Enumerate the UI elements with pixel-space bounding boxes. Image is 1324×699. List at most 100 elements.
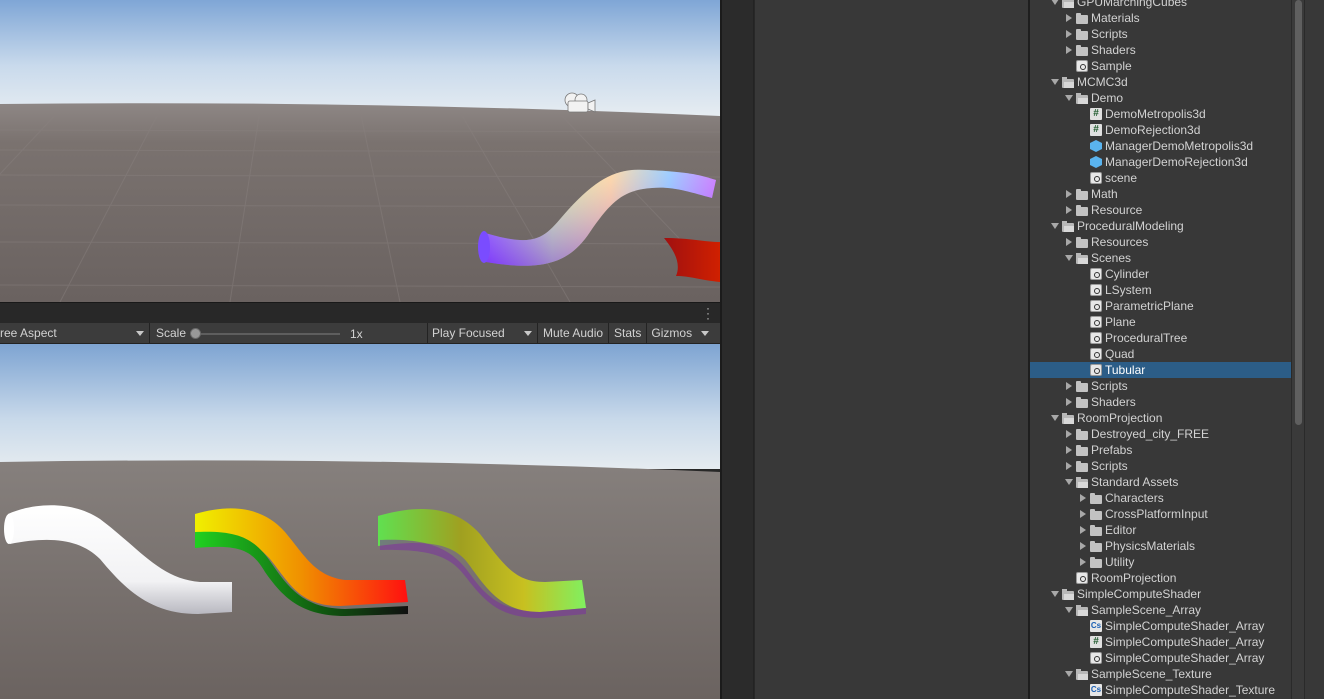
foldout-toggle[interactable] (1076, 538, 1090, 554)
foldout-toggle[interactable] (1048, 74, 1062, 90)
tree-item[interactable]: Sample (1030, 58, 1291, 74)
foldout-toggle[interactable] (1048, 410, 1062, 426)
tree-item[interactable]: ManagerDemoRejection3d (1030, 154, 1291, 170)
tree-item[interactable]: PhysicsMaterials (1030, 538, 1291, 554)
tree-item[interactable]: Utility (1030, 554, 1291, 570)
foldout-toggle[interactable] (1062, 442, 1076, 458)
tree-item[interactable]: Resources (1030, 234, 1291, 250)
tree-item[interactable]: SampleScene_Array (1030, 602, 1291, 618)
tree-item[interactable]: Prefabs (1030, 442, 1291, 458)
tree-item[interactable]: Characters (1030, 490, 1291, 506)
project-scrollbar[interactable] (1291, 0, 1304, 699)
tree-item[interactable]: RoomProjection (1030, 570, 1291, 586)
tree-item[interactable]: MCMC3d (1030, 74, 1291, 90)
foldout-toggle[interactable] (1076, 506, 1090, 522)
expanded-arrow-icon[interactable] (1065, 479, 1073, 485)
foldout-toggle[interactable] (1062, 458, 1076, 474)
foldout-toggle[interactable] (1062, 42, 1076, 58)
tree-item[interactable]: Materials (1030, 10, 1291, 26)
foldout-toggle[interactable] (1062, 186, 1076, 202)
collapsed-arrow-icon[interactable] (1066, 238, 1072, 246)
tree-item[interactable]: Destroyed_city_FREE (1030, 426, 1291, 442)
foldout-toggle[interactable] (1062, 394, 1076, 410)
tree-item[interactable]: Tubular (1030, 362, 1291, 378)
tree-item[interactable]: ProceduralTree (1030, 330, 1291, 346)
collapsed-arrow-icon[interactable] (1066, 206, 1072, 214)
chevron-down-icon[interactable] (701, 330, 710, 336)
foldout-toggle[interactable] (1048, 0, 1062, 10)
expanded-arrow-icon[interactable] (1051, 0, 1059, 5)
tree-item[interactable]: LSystem (1030, 282, 1291, 298)
tree-item[interactable]: Scripts (1030, 26, 1291, 42)
more-options-icon[interactable]: · · · (706, 302, 710, 324)
tree-item[interactable]: Standard Assets (1030, 474, 1291, 490)
collapsed-arrow-icon[interactable] (1066, 46, 1072, 54)
collapsed-arrow-icon[interactable] (1066, 190, 1072, 198)
tree-item[interactable]: SimpleComputeShader_Array (1030, 650, 1291, 666)
expanded-arrow-icon[interactable] (1051, 591, 1059, 597)
expanded-arrow-icon[interactable] (1065, 255, 1073, 261)
foldout-toggle[interactable] (1062, 250, 1076, 266)
tree-item[interactable]: Math (1030, 186, 1291, 202)
foldout-toggle[interactable] (1048, 586, 1062, 602)
collapsed-arrow-icon[interactable] (1080, 542, 1086, 550)
collapsed-arrow-icon[interactable] (1080, 526, 1086, 534)
tree-item[interactable]: RoomProjection (1030, 410, 1291, 426)
tree-item[interactable]: Editor (1030, 522, 1291, 538)
tree-item[interactable]: # DemoMetropolis3d (1030, 106, 1291, 122)
tree-item[interactable]: ProceduralModeling (1030, 218, 1291, 234)
tree-item[interactable]: SimpleComputeShader (1030, 586, 1291, 602)
game-view[interactable] (0, 344, 720, 699)
expanded-arrow-icon[interactable] (1051, 223, 1059, 229)
tree-item[interactable]: CrossPlatformInput (1030, 506, 1291, 522)
foldout-toggle[interactable] (1062, 426, 1076, 442)
foldout-toggle[interactable] (1062, 10, 1076, 26)
expanded-arrow-icon[interactable] (1065, 671, 1073, 677)
scale-slider[interactable] (196, 332, 340, 335)
collapsed-arrow-icon[interactable] (1066, 14, 1072, 22)
foldout-toggle[interactable] (1062, 26, 1076, 42)
collapsed-arrow-icon[interactable] (1066, 462, 1072, 470)
collapsed-arrow-icon[interactable] (1066, 430, 1072, 438)
tree-item[interactable]: Scripts (1030, 458, 1291, 474)
tree-item[interactable]: Scripts (1030, 378, 1291, 394)
tree-item[interactable]: Resource (1030, 202, 1291, 218)
scene-view[interactable] (0, 0, 720, 302)
play-mode-dropdown[interactable]: Play Focused (428, 322, 538, 344)
expanded-arrow-icon[interactable] (1065, 95, 1073, 101)
tree-item[interactable]: Demo (1030, 90, 1291, 106)
tree-item[interactable]: Quad (1030, 346, 1291, 362)
foldout-toggle[interactable] (1062, 666, 1076, 682)
tree-item[interactable]: ParametricPlane (1030, 298, 1291, 314)
stats-toggle[interactable]: Stats (609, 322, 648, 344)
expanded-arrow-icon[interactable] (1051, 415, 1059, 421)
foldout-toggle[interactable] (1048, 218, 1062, 234)
foldout-toggle[interactable] (1062, 602, 1076, 618)
collapsed-arrow-icon[interactable] (1066, 382, 1072, 390)
collapsed-arrow-icon[interactable] (1080, 494, 1086, 502)
mute-audio-toggle[interactable]: Mute Audio (538, 322, 610, 344)
tree-item[interactable]: Cylinder (1030, 266, 1291, 282)
foldout-toggle[interactable] (1076, 490, 1090, 506)
tree-item[interactable]: Shaders (1030, 42, 1291, 58)
project-folder-pane[interactable] (755, 0, 1028, 699)
tree-item[interactable]: ManagerDemoMetropolis3d (1030, 138, 1291, 154)
tree-item[interactable]: Cs SimpleComputeShader_Array (1030, 618, 1291, 634)
collapsed-arrow-icon[interactable] (1066, 446, 1072, 454)
collapsed-arrow-icon[interactable] (1066, 30, 1072, 38)
expanded-arrow-icon[interactable] (1065, 607, 1073, 613)
foldout-toggle[interactable] (1076, 554, 1090, 570)
foldout-toggle[interactable] (1062, 234, 1076, 250)
foldout-toggle[interactable] (1062, 90, 1076, 106)
scale-slider-thumb[interactable] (190, 327, 201, 339)
tree-item[interactable]: Shaders (1030, 394, 1291, 410)
collapsed-arrow-icon[interactable] (1080, 558, 1086, 566)
tree-item[interactable]: Plane (1030, 314, 1291, 330)
collapsed-arrow-icon[interactable] (1066, 398, 1072, 406)
expanded-arrow-icon[interactable] (1051, 79, 1059, 85)
tree-item[interactable]: Cs SimpleComputeShader_Texture (1030, 682, 1291, 698)
aspect-dropdown[interactable]: ree Aspect (0, 322, 150, 344)
tree-item[interactable]: GPUMarchingCubes (1030, 0, 1291, 10)
scrollbar-thumb[interactable] (1295, 0, 1302, 425)
collapsed-arrow-icon[interactable] (1080, 510, 1086, 518)
